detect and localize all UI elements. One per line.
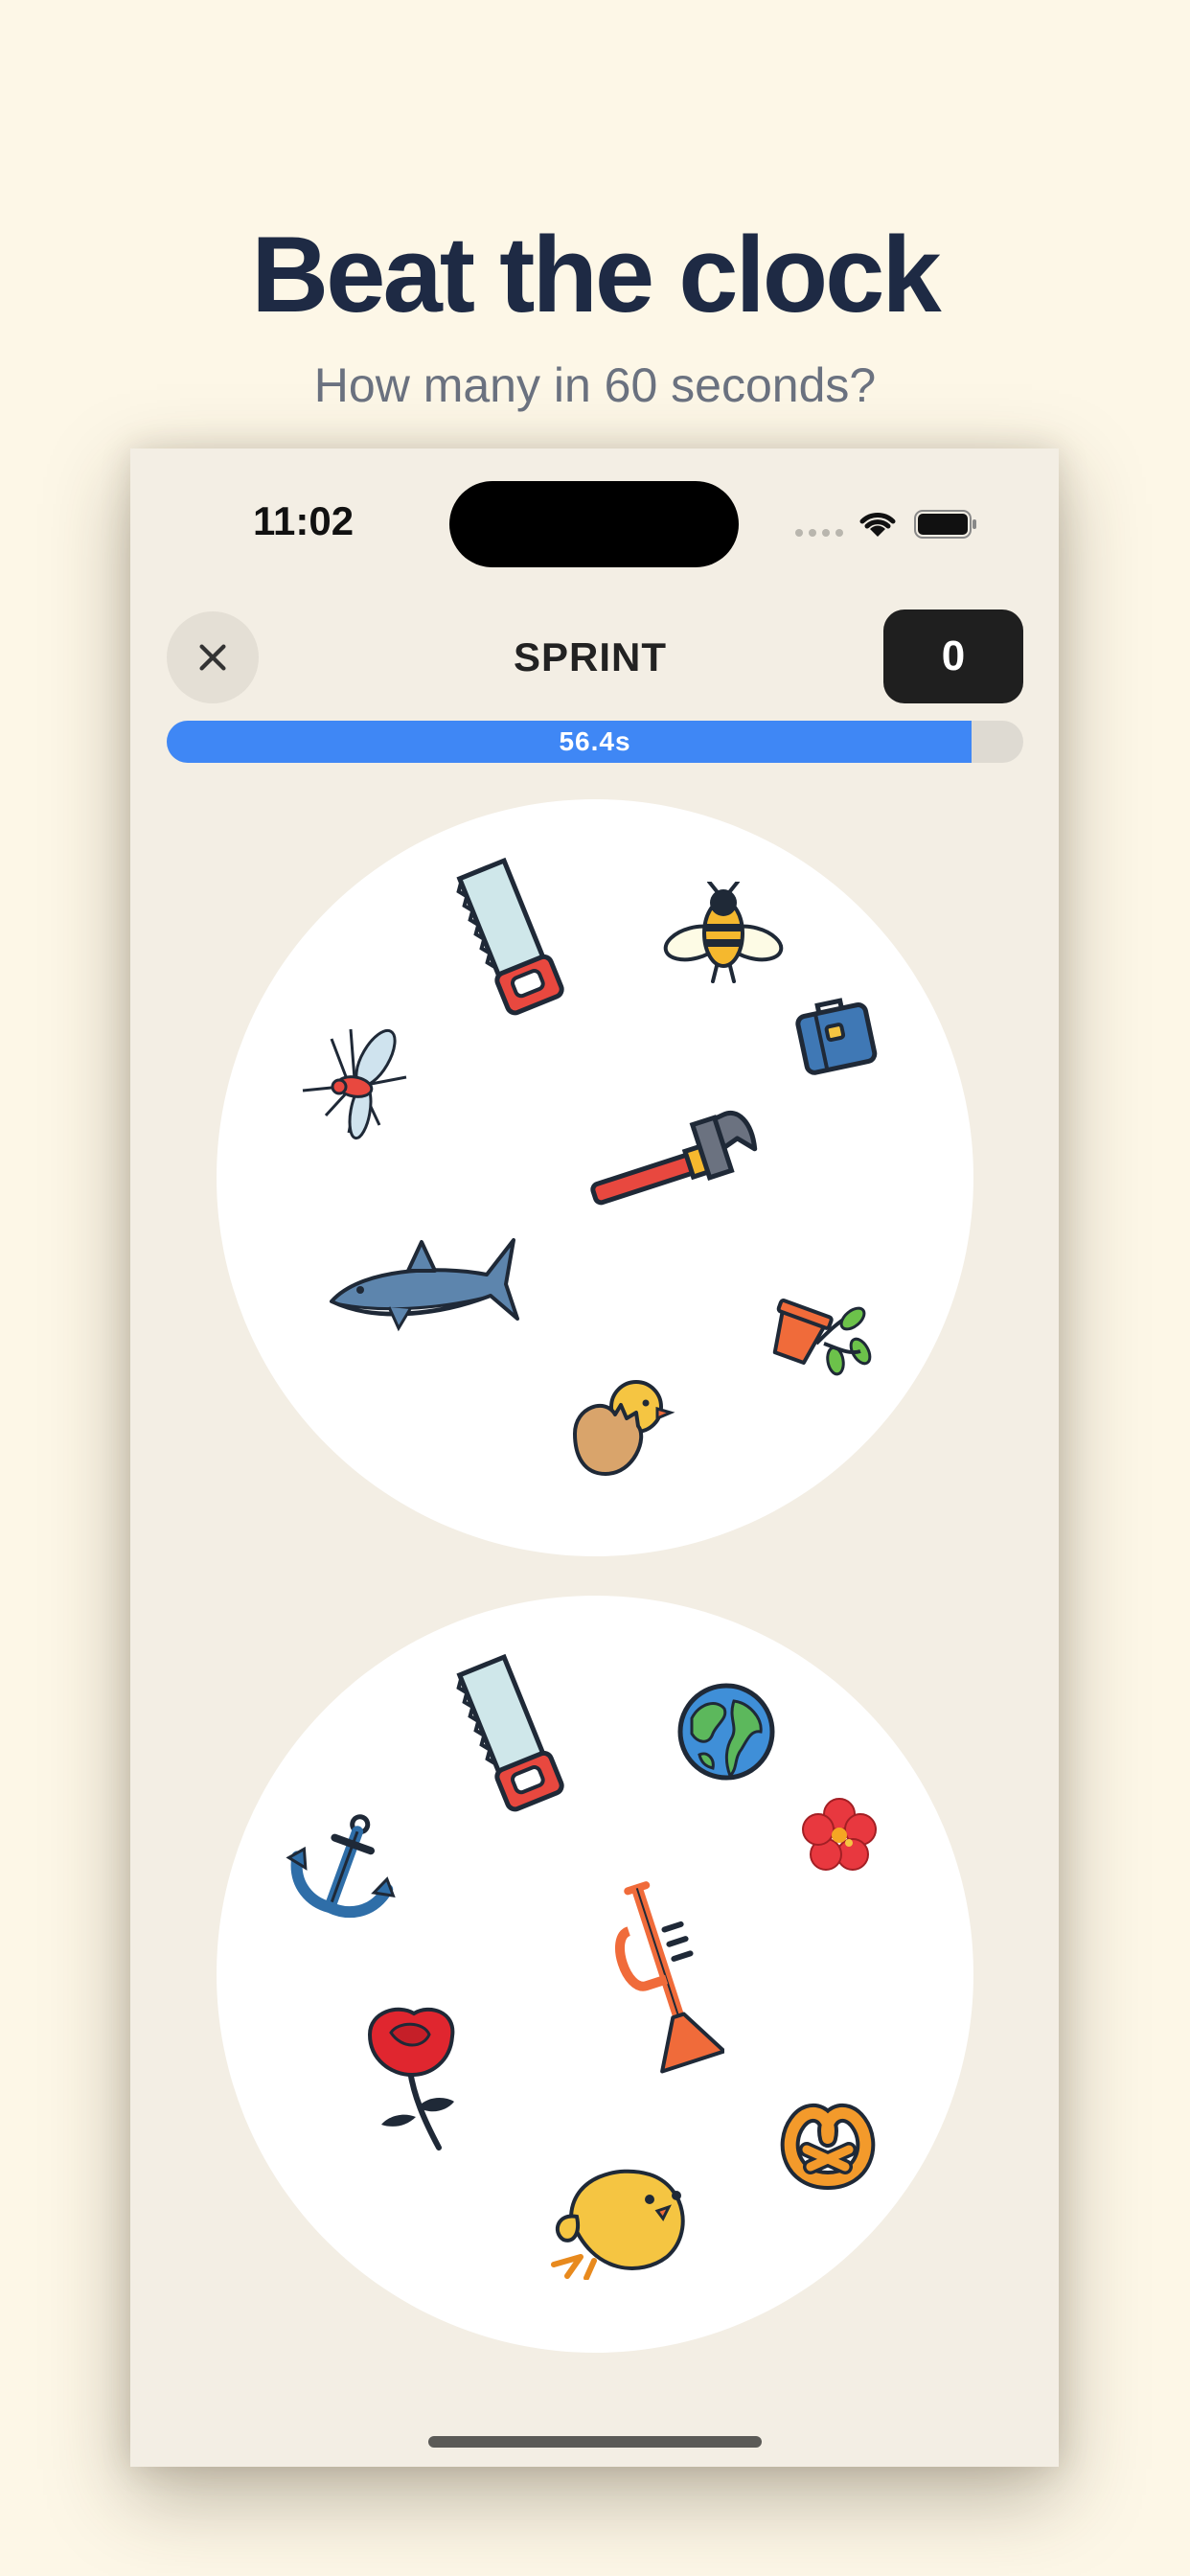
close-icon	[199, 644, 226, 671]
top-card	[217, 799, 973, 1556]
hero-title: Beat the clock	[251, 215, 941, 334]
anchor-icon[interactable]	[284, 1810, 406, 1921]
bottom-card	[217, 1596, 973, 2353]
cellular-signal-icon	[795, 529, 843, 537]
score-badge: 0	[883, 610, 1023, 703]
rose-icon[interactable]	[360, 2004, 468, 2153]
bee-icon[interactable]	[659, 882, 788, 989]
dynamic-island	[449, 481, 739, 567]
timer-progress-bar: 56.4s	[167, 721, 1023, 763]
hammer-icon[interactable]	[581, 1104, 763, 1209]
wifi-icon	[857, 508, 899, 540]
home-indicator[interactable]	[428, 2436, 762, 2448]
mosquito-icon[interactable]	[284, 1020, 418, 1144]
timer-label: 56.4s	[559, 726, 631, 756]
hatching-chick-icon[interactable]	[567, 1370, 682, 1482]
hero-subtitle: How many in 60 seconds?	[313, 358, 877, 412]
battery-icon	[914, 510, 977, 539]
earth-globe-icon[interactable]	[675, 1680, 778, 1783]
briefcase-icon[interactable]	[791, 991, 880, 1079]
chick-icon[interactable]	[542, 2157, 699, 2280]
game-mode-title: SPRINT	[513, 634, 667, 679]
phone-screen: 11:02 SPRINT 0 56.4s	[130, 448, 1059, 2467]
status-time: 11:02	[253, 498, 355, 543]
hibiscus-icon[interactable]	[801, 1797, 878, 1874]
close-button[interactable]	[167, 611, 259, 703]
saw-icon[interactable]	[446, 855, 571, 1018]
pretzel-icon[interactable]	[778, 2086, 878, 2192]
potted-plant-icon[interactable]	[768, 1298, 876, 1386]
shark-icon[interactable]	[322, 1221, 523, 1346]
trumpet-icon[interactable]	[609, 1874, 724, 2075]
saw-icon[interactable]	[446, 1651, 571, 1814]
